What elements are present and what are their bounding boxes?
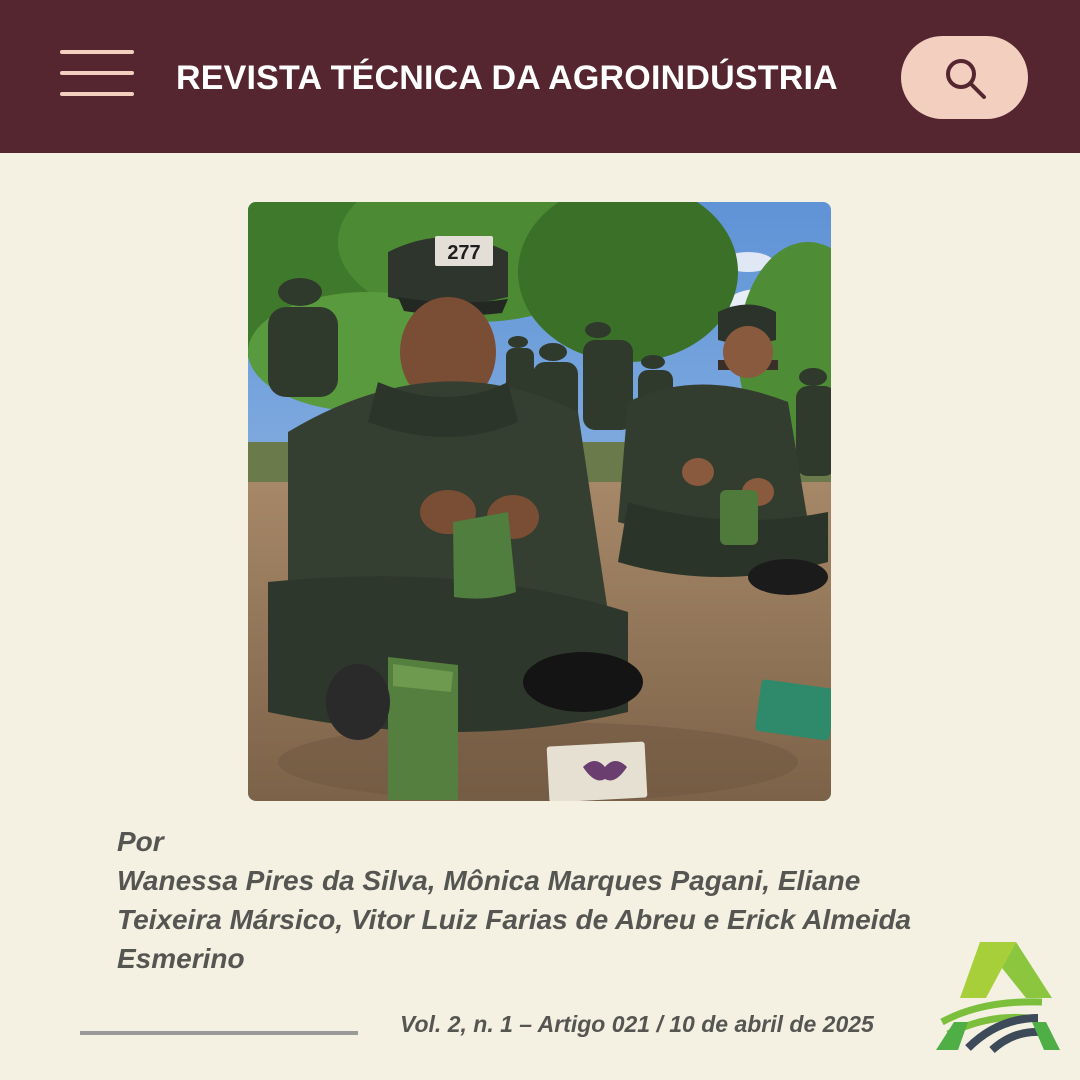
- menu-line: [60, 50, 134, 54]
- authors-line: Wanessa Pires da Silva, Mônica Marques P…: [117, 865, 861, 896]
- menu-line: [60, 71, 134, 75]
- search-icon: [946, 59, 986, 99]
- byline: Por Wanessa Pires da Silva, Mônica Marqu…: [117, 822, 967, 978]
- soldiers-photo: 277: [248, 202, 831, 801]
- issue-info: Vol. 2, n. 1 – Artigo 021 / 10 de abril …: [400, 1011, 874, 1037]
- divider-line: [80, 1031, 358, 1035]
- menu-line: [60, 92, 134, 96]
- byline-prefix: Por: [117, 826, 164, 857]
- site-title: REVISTA TÉCNICA DA AGROINDÚSTRIA: [176, 59, 838, 97]
- journal-logo-icon: [936, 942, 1060, 1054]
- search-button[interactable]: [901, 36, 1028, 119]
- authors-line: Teixeira Mársico, Vitor Luiz Farias de A…: [117, 904, 912, 935]
- cap-badge-text: 277: [447, 242, 480, 264]
- hamburger-menu-icon[interactable]: [58, 48, 136, 98]
- article-photo: 277: [248, 202, 831, 801]
- top-header: REVISTA TÉCNICA DA AGROINDÚSTRIA: [0, 0, 1080, 153]
- authors-line: Esmerino: [117, 943, 245, 974]
